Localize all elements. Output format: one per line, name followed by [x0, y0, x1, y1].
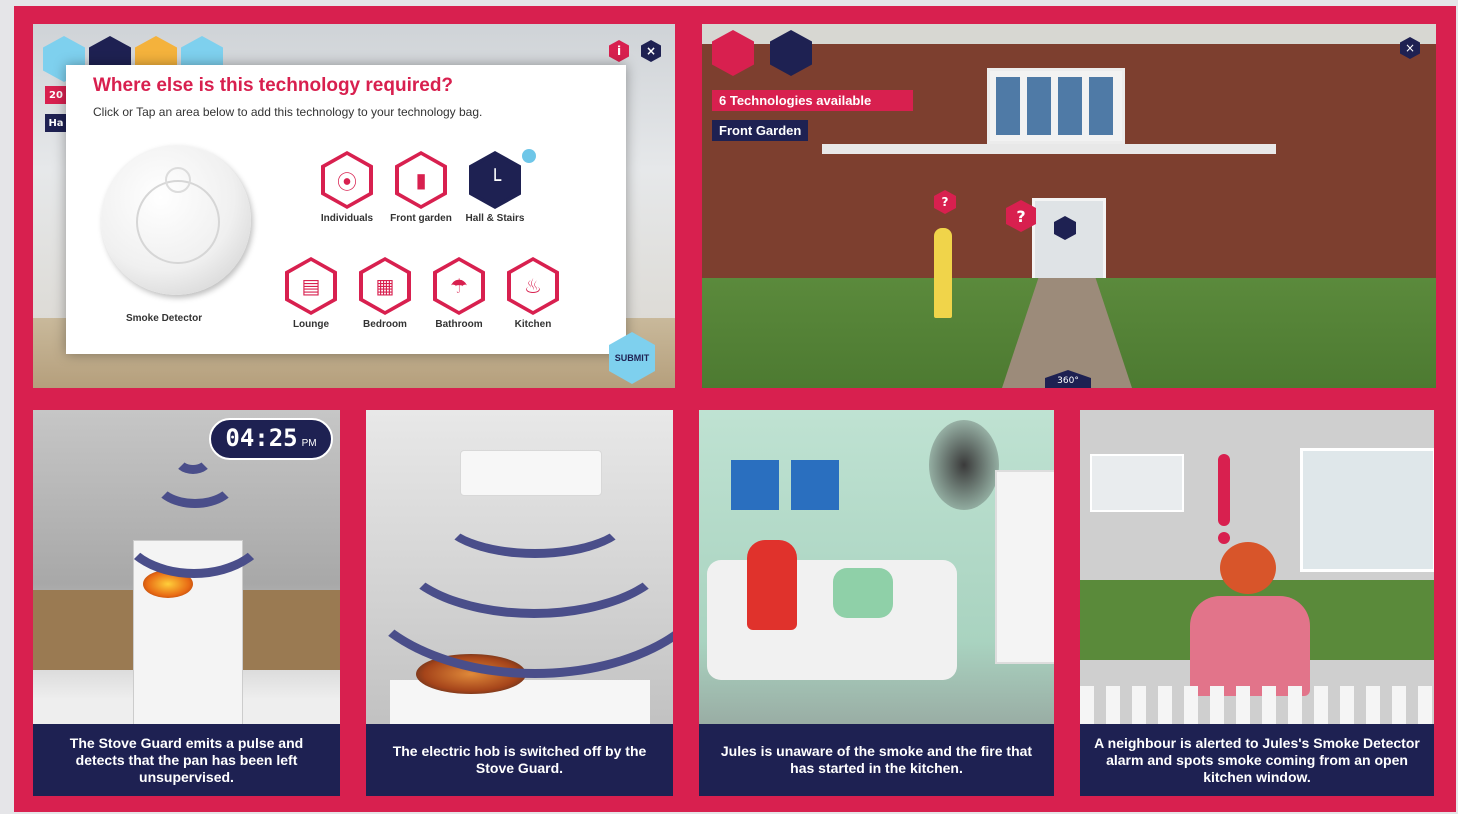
story-caption: The electric hob is switched off by the …	[366, 724, 673, 796]
technology-modal: Where else is this technology required? …	[66, 65, 626, 354]
area-label: Bathroom	[435, 319, 483, 330]
door	[995, 470, 1054, 664]
area-individuals[interactable]: ⦿ Individuals	[310, 151, 384, 224]
story-panel-lounge: Jules is unaware of the smoke and the fi…	[699, 410, 1054, 796]
count-badge: 20	[45, 86, 67, 104]
story-panel-stove-guard: 04:25 PM The Stove Guard emits a pulse a…	[33, 410, 340, 796]
clock-display: 04:25 PM	[209, 418, 333, 460]
area-label: Kitchen	[514, 319, 552, 330]
area-label: Hall & Stairs	[465, 213, 525, 224]
sofa	[707, 560, 957, 680]
modal-title: Where else is this technology required?	[93, 75, 454, 96]
smoke	[929, 420, 999, 510]
location-label: Front Garden	[712, 120, 809, 141]
roof-edge	[1080, 410, 1434, 440]
kitchen-window	[1090, 454, 1184, 512]
area-label: Individuals	[320, 213, 374, 224]
clock-ampm: PM	[301, 438, 317, 449]
wall-art	[791, 460, 839, 510]
character	[934, 228, 952, 318]
story-panel-hob-off: The electric hob is switched off by the …	[366, 410, 673, 796]
alert-icon-dot	[1218, 532, 1230, 544]
area-bathroom[interactable]: ☂ Bathroom	[422, 257, 496, 330]
area-label: Bedroom	[363, 319, 407, 330]
selected-indicator-icon	[522, 149, 536, 163]
window	[987, 68, 1125, 144]
patio-doors	[1300, 448, 1434, 572]
area-label: Front garden	[390, 213, 452, 224]
story-caption: The Stove Guard emits a pulse and detect…	[33, 724, 340, 796]
story-caption: A neighbour is alerted to Jules's Smoke …	[1080, 724, 1434, 796]
product-label: Smoke Detector	[126, 313, 203, 324]
technology-placement-screen: 20 Ha i × Where else is this technology …	[33, 24, 675, 388]
sofa-icon: ▤	[289, 261, 333, 311]
area-hall-stairs[interactable]: └ Hall & Stairs	[458, 149, 536, 224]
area-kitchen[interactable]: ♨ Kitchen	[496, 257, 570, 330]
area-label: Lounge	[292, 319, 330, 330]
area-front-garden[interactable]: ▮ Front garden	[384, 151, 458, 224]
shower-icon: ☂	[437, 261, 481, 311]
canopy	[822, 144, 1276, 154]
technologies-count: 6 Technologies available	[712, 90, 913, 111]
area-lounge[interactable]: ▤ Lounge	[274, 257, 348, 330]
roof-edge	[702, 24, 1436, 44]
neighbour	[1190, 596, 1310, 696]
neighbour-head	[1220, 542, 1276, 594]
stairs-icon: └	[473, 155, 517, 205]
modal-subtitle: Click or Tap an area below to add this t…	[93, 105, 483, 119]
bed-icon: ▦	[363, 261, 407, 311]
clock-time: 04:25	[225, 424, 298, 452]
pan-icon: ♨	[511, 261, 555, 311]
door-icon: ▮	[399, 155, 443, 205]
cushion	[833, 568, 893, 618]
location-chip: Ha	[45, 114, 67, 132]
jules	[747, 540, 797, 630]
picket-fence	[1080, 686, 1434, 724]
alert-icon	[1218, 454, 1230, 526]
story-caption: Jules is unaware of the smoke and the fi…	[699, 724, 1054, 796]
wall-art	[731, 460, 779, 510]
smoke-detector-image	[101, 145, 251, 295]
person-icon: ⦿	[325, 155, 369, 205]
story-panel-neighbour: A neighbour is alerted to Jules's Smoke …	[1080, 410, 1434, 796]
front-garden-scene: × 6 Technologies available Front Garden …	[702, 24, 1436, 388]
close-button[interactable]: ×	[641, 40, 661, 62]
area-bedroom[interactable]: ▦ Bedroom	[348, 257, 422, 330]
info-button[interactable]: i	[609, 40, 629, 62]
hotspot-icon[interactable]: ?	[934, 190, 956, 214]
